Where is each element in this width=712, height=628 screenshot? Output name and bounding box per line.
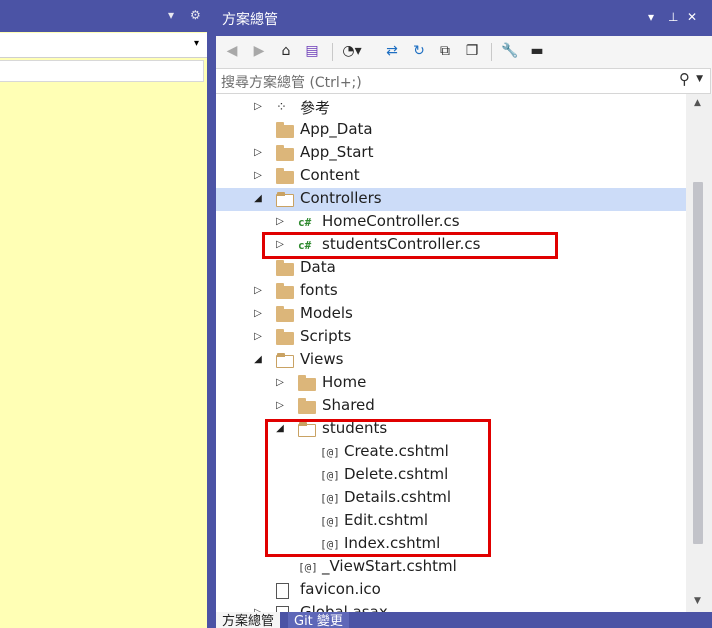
expanded-arrow-icon[interactable]: ◢ [252, 353, 264, 367]
tree-item[interactable]: ▷ Content [216, 165, 686, 188]
chevron-down-icon: ▾ [193, 38, 199, 49]
tree-item-label: fonts [300, 281, 338, 299]
folder-icon [276, 306, 294, 322]
collapsed-arrow-icon[interactable]: ▷ [252, 330, 264, 344]
collapsed-arrow-icon[interactable]: ▷ [252, 169, 264, 183]
file-icon [276, 583, 289, 599]
collapsed-arrow-icon[interactable]: ▷ [274, 399, 286, 413]
preview-icon[interactable]: ▬ [527, 41, 547, 61]
tree-item[interactable]: ▷ ⁘ 參考 [216, 96, 686, 119]
folder-icon [276, 260, 294, 276]
editor-panel: ▾ ⚙ ▾ [0, 0, 210, 628]
folder-icon [276, 145, 294, 161]
tab-solution-explorer[interactable]: 方案總管 [216, 612, 281, 628]
collapsed-arrow-icon[interactable]: ▷ [252, 100, 264, 114]
tree-item[interactable]: ▷ Models [216, 303, 686, 326]
tree-item[interactable]: ▷ Home [216, 372, 686, 395]
tree-item-label: Data [300, 258, 336, 276]
open-folder-icon [276, 353, 294, 368]
scrollbar-thumb[interactable] [693, 182, 703, 544]
tree-item[interactable]: ▷Global.asax [216, 602, 686, 612]
editor-title-bar: ▾ ⚙ [0, 0, 210, 32]
tree-item-label: Scripts [300, 327, 352, 345]
switch-views-icon[interactable]: ▤ [302, 41, 322, 61]
gear-icon[interactable]: ⚙ [190, 8, 201, 22]
explorer-toolbar: ◀ ▶ ⌂ ▤ ◔▾ ⇄ ↻ ⧉ ❐ 🔧 ▬ [216, 36, 712, 66]
search-icon[interactable]: ⚲ [679, 70, 690, 88]
highlight-box-views [265, 419, 491, 557]
tree-item[interactable]: favicon.ico [216, 579, 686, 602]
collapsed-arrow-icon[interactable]: ▷ [252, 284, 264, 298]
tab-git-changes[interactable]: Git 變更 [288, 612, 349, 628]
sync-icon[interactable]: ⇄ [382, 41, 402, 61]
pin-icon[interactable]: ⊥ [668, 10, 678, 24]
dropdown-arrow-icon[interactable]: ▾ [168, 8, 174, 22]
collapse-all-icon[interactable]: ⧉ [435, 41, 455, 61]
close-icon[interactable]: ✕ [687, 10, 697, 24]
tree-item-label: App_Start [300, 143, 374, 161]
chevron-down-icon[interactable]: ▼ [696, 74, 703, 84]
window-position-icon[interactable]: ▾ [648, 10, 654, 24]
tree-item-label: Views [300, 350, 344, 368]
vertical-scrollbar[interactable]: ▲ ▼ [686, 94, 712, 612]
highlight-box-controller [262, 232, 558, 259]
folder-icon [276, 329, 294, 345]
tree-item-label: App_Data [300, 120, 373, 138]
expanded-arrow-icon[interactable]: ◢ [252, 192, 264, 206]
explorer-title: 方案總管 [222, 12, 278, 28]
tree-item-label: _ViewStart.cshtml [322, 557, 457, 575]
panel-splitter[interactable] [207, 0, 216, 628]
collapsed-arrow-icon[interactable]: ▷ [252, 146, 264, 160]
toolbar-separator [332, 43, 333, 61]
tree-item[interactable]: ◢ Controllers [216, 188, 686, 211]
collapsed-arrow-icon[interactable]: ▷ [274, 215, 286, 229]
tree-item[interactable]: [@] _ViewStart.cshtml [216, 556, 686, 579]
tree-item[interactable]: ▷ App_Start [216, 142, 686, 165]
folder-icon [298, 398, 316, 414]
forward-icon[interactable]: ▶ [249, 41, 269, 61]
tree-item-label: favicon.ico [300, 580, 381, 598]
folder-icon [276, 283, 294, 299]
folder-icon [276, 168, 294, 184]
tree-item-label: 參考 [300, 99, 331, 117]
references-icon: ⁘ [276, 100, 287, 115]
tree-item[interactable]: App_Data [216, 119, 686, 142]
tree-item[interactable]: ▷ Shared [216, 395, 686, 418]
tree-item[interactable]: ◢ Views [216, 349, 686, 372]
scroll-down-icon[interactable]: ▼ [694, 596, 701, 606]
tree-item[interactable]: Data [216, 257, 686, 280]
csharp-file-icon: c# [298, 216, 312, 229]
explorer-bottom-tabs: 方案總管 Git 變更 [216, 612, 712, 628]
collapsed-arrow-icon[interactable]: ▷ [252, 307, 264, 321]
folder-icon [276, 122, 294, 138]
show-all-files-icon[interactable]: ❐ [462, 41, 482, 61]
search-input[interactable]: 搜尋方案總管 (Ctrl+;) [221, 72, 362, 92]
refresh-icon[interactable]: ↻ [409, 41, 429, 61]
tree-item-label: Shared [322, 396, 375, 414]
tree-item-label: Models [300, 304, 353, 322]
explorer-search-box[interactable]: 搜尋方案總管 (Ctrl+;) ⚲ ▼ [216, 68, 711, 94]
properties-icon[interactable]: 🔧 [500, 41, 520, 61]
solution-explorer: 方案總管 ▾ ⊥ ✕ ◀ ▶ ⌂ ▤ ◔▾ ⇄ ↻ ⧉ ❐ 🔧 ▬ 搜尋方案總管… [216, 0, 712, 628]
scroll-up-icon[interactable]: ▲ [694, 98, 701, 108]
pending-changes-filter-icon[interactable]: ◔▾ [342, 41, 362, 61]
open-folder-icon [276, 192, 294, 207]
explorer-title-bar: 方案總管 ▾ ⊥ ✕ [216, 0, 712, 36]
razor-file-icon: [@] [298, 561, 318, 574]
home-icon[interactable]: ⌂ [276, 41, 296, 61]
tree-item[interactable]: ▷ Scripts [216, 326, 686, 349]
folder-icon [298, 375, 316, 391]
back-icon[interactable]: ◀ [222, 41, 242, 61]
tree-item[interactable]: ▷ c# HomeController.cs [216, 211, 686, 234]
tree-item[interactable]: ▷ fonts [216, 280, 686, 303]
tree-item-label: Home [322, 373, 367, 391]
navigation-combo[interactable]: ▾ [0, 33, 207, 58]
editor-input-field[interactable] [0, 60, 204, 82]
collapsed-arrow-icon[interactable]: ▷ [274, 376, 286, 390]
tree-item-label: HomeController.cs [322, 212, 460, 230]
tree-item-label: Global.asax [300, 603, 388, 612]
tree-item-label: Controllers [300, 189, 382, 207]
tree-item-label: Content [300, 166, 360, 184]
toolbar-separator [491, 43, 492, 61]
